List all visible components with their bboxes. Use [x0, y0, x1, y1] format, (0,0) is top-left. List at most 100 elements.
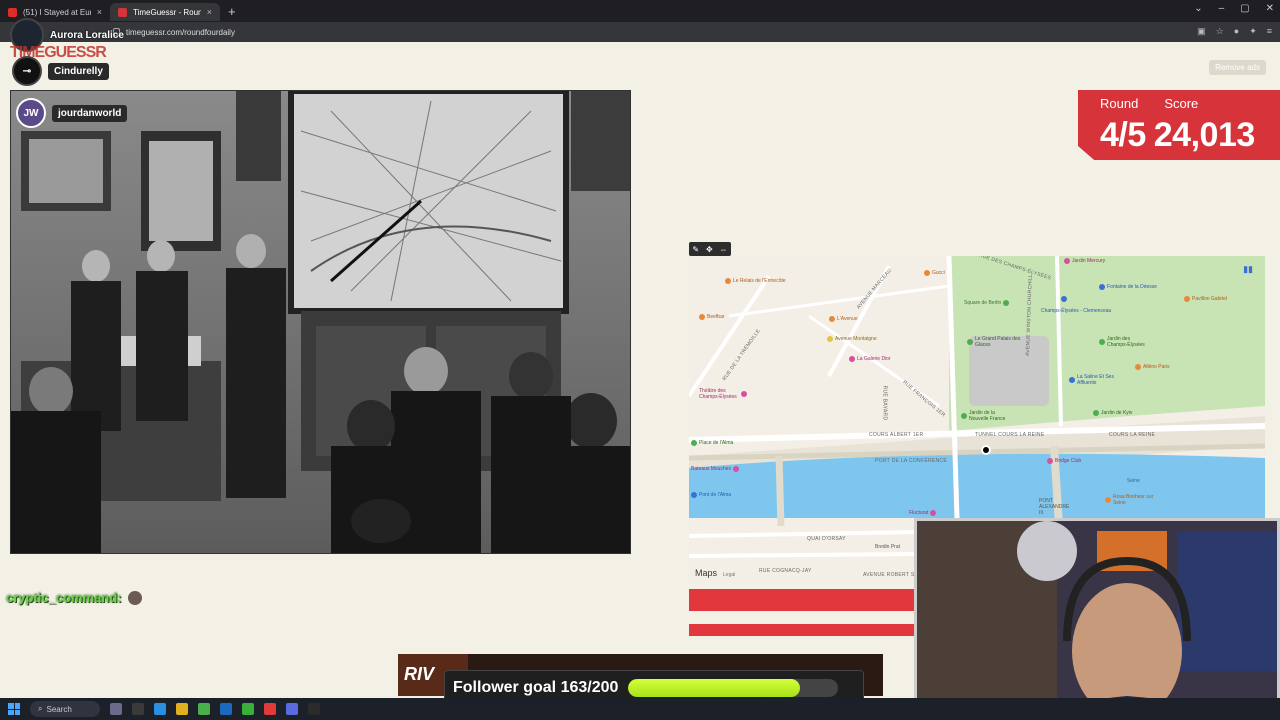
- tab-timeguessr[interactable]: TimeGuessr - Round Four ×: [110, 3, 220, 21]
- extension-icon[interactable]: ▣: [1197, 26, 1206, 37]
- poi-relais[interactable]: Le Relais de l'Entrecôte: [725, 278, 786, 284]
- windows-taskbar: ⌕ Search: [0, 698, 1280, 720]
- profile-icon[interactable]: ●: [1234, 26, 1239, 37]
- poi-beefbar[interactable]: Beefbar: [699, 314, 725, 320]
- pin-icon[interactable]: ✎: [692, 245, 699, 254]
- score-label: Score: [1164, 96, 1199, 111]
- close-tab-icon[interactable]: ×: [97, 7, 102, 17]
- label-seine: Seine: [1127, 478, 1140, 484]
- minimize-icon[interactable]: –: [1219, 3, 1225, 14]
- streamer-name: Aurora Loralice: [50, 29, 124, 41]
- park-icon: [1093, 410, 1099, 416]
- maximize-icon[interactable]: ▢: [1240, 3, 1249, 14]
- poi-pont-alma[interactable]: Pont de l'Alma: [691, 492, 731, 498]
- poi-gucci[interactable]: Gucci: [924, 270, 945, 276]
- windows-start-icon[interactable]: [8, 703, 20, 715]
- poi-pavillon[interactable]: Pavillon Gabriel: [1184, 296, 1227, 302]
- poi-jardin-champs[interactable]: Jardin des Champs-Élysées: [1099, 336, 1151, 348]
- poi-saline[interactable]: La Saline Et Ses Affluents: [1069, 374, 1123, 386]
- steam-icon[interactable]: [220, 703, 232, 715]
- file-explorer-icon[interactable]: [176, 703, 188, 715]
- close-window-icon[interactable]: ✕: [1266, 3, 1274, 14]
- streamer-name: jourdanworld: [52, 104, 128, 122]
- poi-montaigne[interactable]: Avenue Montaigne: [827, 336, 877, 342]
- round-photo: [10, 90, 631, 554]
- new-tab-icon[interactable]: +: [228, 4, 236, 19]
- streamer-name: Cindurelly: [48, 62, 109, 80]
- poi-alma[interactable]: Place de l'Alma: [691, 440, 733, 446]
- park-icon: [961, 413, 967, 419]
- taskbar-search[interactable]: ⌕ Search: [30, 701, 100, 717]
- hotel-icon: [827, 336, 833, 342]
- discord-icon[interactable]: [286, 703, 298, 715]
- poi-theatre[interactable]: Théâtre des Champs-Élysées: [699, 388, 747, 400]
- road-conference: PORT DE LA CONFÉRENCE: [875, 458, 947, 464]
- obs-icon[interactable]: [308, 703, 320, 715]
- close-tab-icon[interactable]: ×: [207, 7, 212, 17]
- round-label: Round: [1100, 96, 1139, 111]
- guess-button[interactable]: [689, 589, 915, 611]
- timeguessr-icon: [118, 7, 127, 17]
- poi-galerie-dior[interactable]: La Galerie Dior: [849, 356, 891, 362]
- poi-bateaux[interactable]: Bateaux Mouches: [691, 466, 740, 472]
- chevron-down-icon[interactable]: ⌄: [1194, 3, 1202, 14]
- metro-icon: [1061, 296, 1067, 302]
- theater-icon: [741, 391, 747, 397]
- poi-alleno[interactable]: Alléno Paris: [1135, 364, 1170, 370]
- poi-grand-palais[interactable]: Le Grand Palais des Glaces: [967, 336, 1025, 348]
- restaurant-icon: [1135, 364, 1141, 370]
- expand-icon[interactable]: ⇔: [720, 245, 728, 254]
- poi-bridge-club[interactable]: Bridge Club: [1047, 458, 1081, 464]
- search-icon: ⌕: [38, 704, 43, 713]
- score-panel: Round Score 4/5 24,013: [1078, 90, 1280, 160]
- follower-progress-fill: [628, 679, 800, 697]
- streamer-tag-jourdanworld: JW jourdanworld: [16, 98, 128, 128]
- guess-pin-marker[interactable]: [981, 445, 991, 455]
- landmark-icon: [1069, 377, 1075, 383]
- bookmark-star-icon[interactable]: ☆: [1216, 26, 1224, 37]
- legal-link[interactable]: Legal: [723, 572, 735, 578]
- score-values: 4/5 24,013: [1100, 116, 1255, 155]
- brave-icon[interactable]: [264, 703, 276, 715]
- poi-rosa[interactable]: Rosa Bonheur sur Seine: [1105, 494, 1157, 506]
- poi-lavenue[interactable]: L'Avenue: [829, 316, 858, 322]
- restaurant-icon: [699, 314, 705, 320]
- xbox-icon[interactable]: [242, 703, 254, 715]
- road-reine: COURS LA REINE: [1109, 432, 1156, 438]
- widgets-icon[interactable]: [132, 703, 144, 715]
- park-icon: [691, 440, 697, 446]
- poi-flucturat[interactable]: Flucturat: [909, 510, 937, 516]
- youtube-icon: [8, 7, 17, 17]
- puzzle-icon[interactable]: ✦: [1249, 26, 1257, 37]
- historic-photo-image: [11, 91, 630, 553]
- poi-jardin-nouvelle[interactable]: Jardin de la Nouvelle France: [961, 410, 1015, 422]
- road-tunnel: TUNNEL COURS LA REINE: [975, 432, 1045, 438]
- browser-tab-bar: (51) I Stayed at Europe's Deadli × TimeG…: [0, 0, 1280, 22]
- poi-jardin-kyiv[interactable]: Jardin de Kyiv: [1093, 410, 1132, 416]
- compass-icon[interactable]: ✥: [706, 245, 713, 254]
- map-layers-icon[interactable]: ▮▮: [1243, 264, 1253, 275]
- follower-goal-text: Follower goal 163/200: [453, 679, 619, 696]
- browser-toolbar-right: ▣ ☆ ● ✦ ≡: [1197, 26, 1272, 37]
- poi-bredin[interactable]: Bredin Prat: [875, 544, 900, 550]
- park-icon: [1099, 339, 1105, 345]
- edge-icon[interactable]: [154, 703, 166, 715]
- road-orsay: QUAI D'ORSAY: [807, 536, 846, 542]
- tab-title: TimeGuessr - Round Four: [133, 7, 201, 17]
- poi-champs-clemenceau[interactable]: [1061, 296, 1067, 302]
- round-value: 4/5: [1100, 116, 1146, 154]
- road-bayard: RUE BAYARD: [881, 385, 888, 421]
- poi-mercury[interactable]: Jardin Mercury: [1064, 258, 1105, 264]
- menu-icon[interactable]: ≡: [1267, 26, 1272, 37]
- url-field[interactable]: timeguessr.com/roundfourdaily: [113, 28, 235, 37]
- poi-berlin[interactable]: Square de Berlin: [964, 300, 1010, 306]
- club-icon: [1047, 458, 1053, 464]
- remove-ads-button[interactable]: Remove ads: [1209, 60, 1266, 75]
- chat-message: cryptic_command:: [6, 590, 142, 605]
- chrome-icon[interactable]: [198, 703, 210, 715]
- window-controls: ⌄ – ▢ ✕: [1194, 3, 1274, 14]
- restaurant-icon: [829, 316, 835, 322]
- poi-fontaine[interactable]: Fontaine de la Déesse: [1099, 284, 1157, 290]
- shop-icon: [1064, 258, 1070, 264]
- task-view-icon[interactable]: [110, 703, 122, 715]
